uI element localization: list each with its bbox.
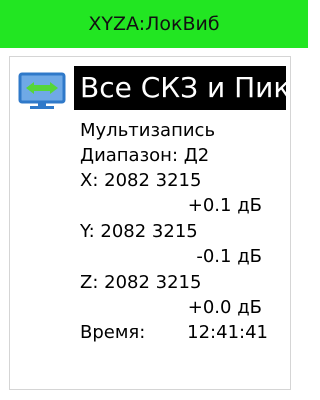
y-axis-delta: -0.1 дБ — [196, 246, 262, 267]
x-axis-delta: +0.1 дБ — [187, 195, 262, 216]
mode-title: Все СКЗ и Пик — [74, 66, 286, 110]
time-label: Время: — [80, 322, 146, 343]
x-axis-reading: X: 2082 3215 — [80, 170, 202, 191]
record-mode-label: Мультизапись — [80, 120, 216, 141]
device-screen: Все СКЗ и Пик Мультизапись Диапазон: Д2 … — [9, 56, 291, 390]
window-title-bar: XYZA:ЛокВиб — [0, 0, 308, 48]
y-axis-reading: Y: 2082 3215 — [80, 221, 198, 242]
z-axis-reading: Z: 2082 3215 — [80, 272, 202, 293]
time-value: 12:41:41 — [187, 322, 268, 343]
range-label: Диапазон: Д2 — [80, 145, 210, 166]
vibration-monitor-icon — [18, 72, 66, 109]
z-axis-delta: +0.0 дБ — [187, 297, 262, 318]
window-title: XYZA:ЛокВиб — [88, 13, 220, 35]
